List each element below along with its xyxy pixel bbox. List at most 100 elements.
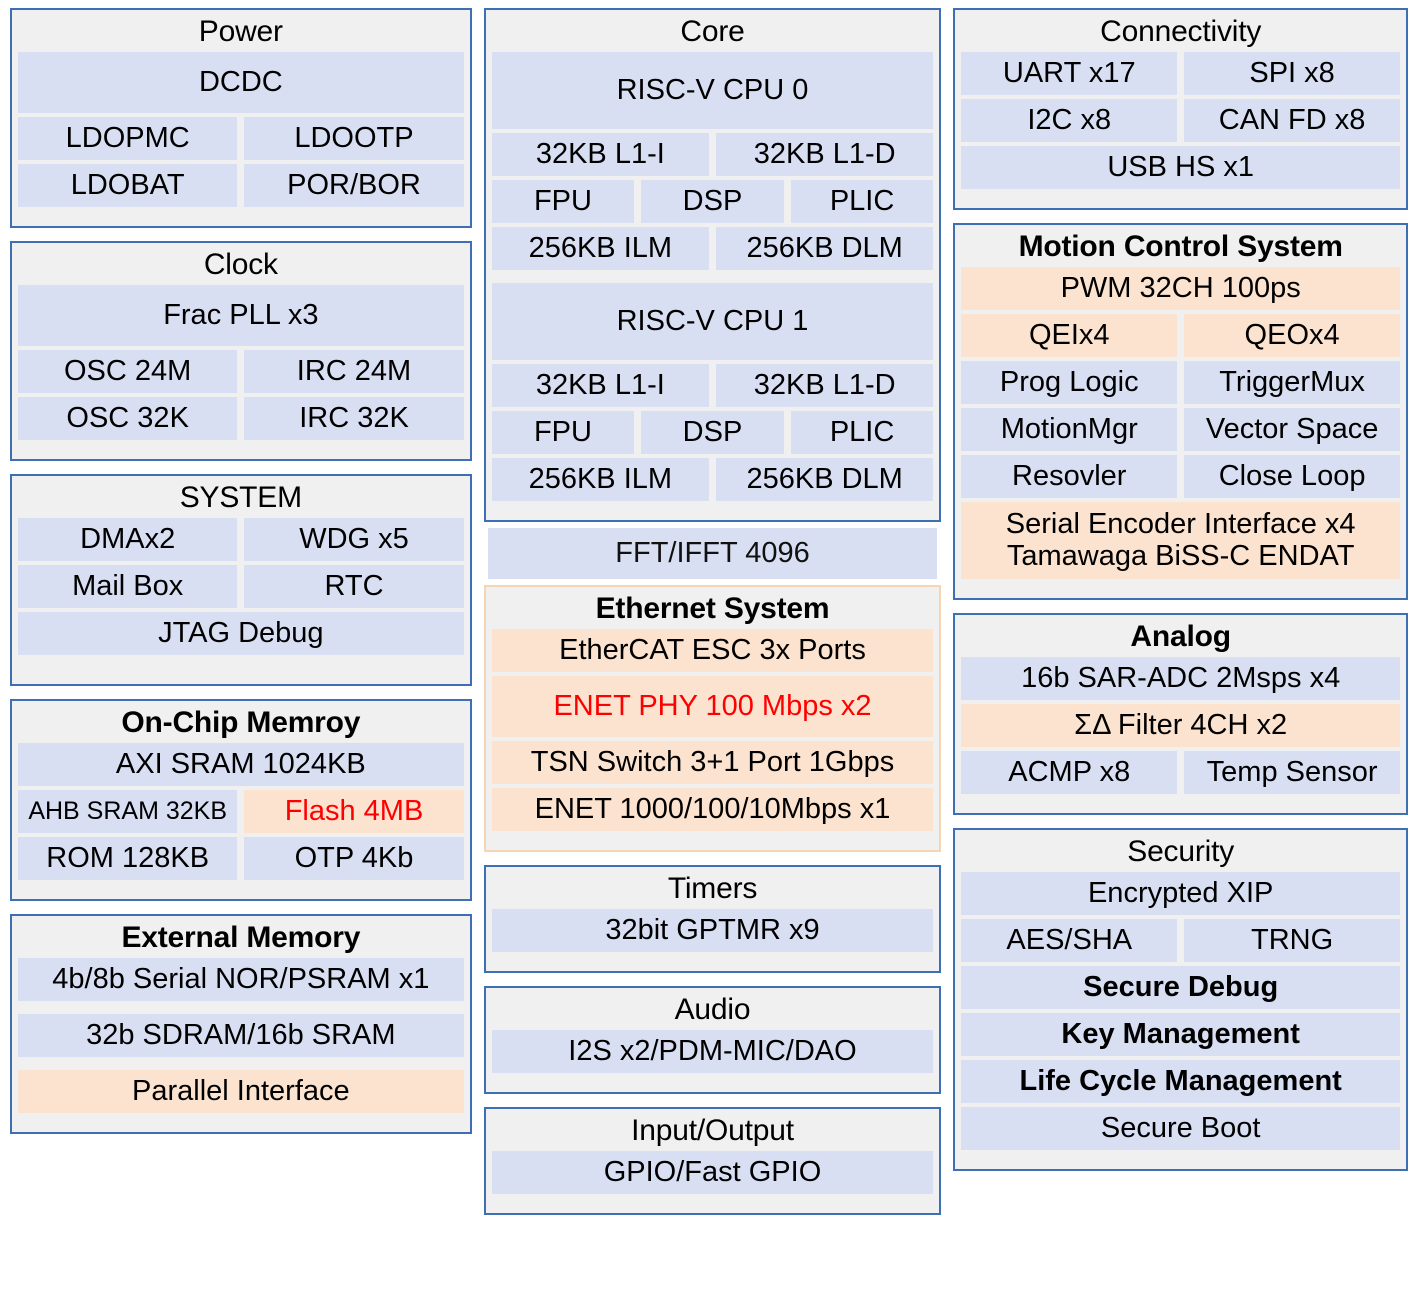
cell-sar-adc[interactable]: 16b SAR-ADC 2Msps x4: [961, 656, 1400, 700]
group-clock: Clock Frac PLL x3 OSC 24M IRC 24M OSC 32…: [10, 241, 472, 461]
cell-serial-nor-psram[interactable]: 4b/8b Serial NOR/PSRAM x1: [18, 958, 464, 1001]
cell-cpu1-fpu[interactable]: FPU: [491, 411, 635, 454]
cell-uart[interactable]: UART x17: [961, 52, 1178, 95]
cell-riscv-cpu1[interactable]: RISC-V CPU 1: [491, 283, 934, 360]
cell-pwm[interactable]: PWM 32CH 100ps: [961, 267, 1400, 310]
cell-flash[interactable]: Flash 4MB: [244, 790, 464, 833]
cell-fft-ifft[interactable]: FFT/IFFT 4096: [487, 528, 938, 579]
cell-acmp[interactable]: ACMP x8: [961, 750, 1178, 794]
cell-usb-hs[interactable]: USB HS x1: [961, 146, 1400, 189]
group-title-external-memory: External Memory: [121, 921, 361, 954]
cell-parallel-interface[interactable]: Parallel Interface: [18, 1070, 464, 1113]
group-connectivity: Connectivity UART x17 SPI x8 I2C x8 CAN …: [953, 8, 1408, 210]
group-power: Power DCDC LDOPMC LDOOTP LDOBAT POR/BOR: [10, 8, 472, 228]
cell-dma[interactable]: DMAx2: [18, 518, 238, 561]
group-title-input-output: Input/Output: [631, 1114, 794, 1147]
middle-column: Core RISC-V CPU 0 32KB L1-I 32KB L1-D FP…: [483, 8, 942, 1283]
group-title-security: Security: [1127, 834, 1235, 868]
cell-ahb-sram[interactable]: AHB SRAM 32KB: [18, 790, 238, 833]
cell-ldootp[interactable]: LDOOTP: [244, 117, 464, 160]
cell-cpu1-l1d[interactable]: 32KB L1-D: [716, 364, 934, 407]
group-title-ethernet-system: Ethernet System: [595, 592, 830, 625]
cell-gptmr[interactable]: 32bit GPTMR x9: [491, 909, 934, 952]
group-analog: Analog 16b SAR-ADC 2Msps x4 ΣΔ Filter 4C…: [953, 612, 1408, 815]
group-timers: Timers 32bit GPTMR x9: [483, 865, 942, 973]
cell-qeo[interactable]: QEOx4: [1184, 314, 1401, 357]
cell-porbor[interactable]: POR/BOR: [244, 164, 464, 207]
group-title-motion-control-system: Motion Control System: [1018, 230, 1343, 263]
cell-cpu1-dlm[interactable]: 256KB DLM: [716, 458, 934, 501]
cell-cpu0-l1i[interactable]: 32KB L1-I: [491, 133, 709, 176]
cell-aes-sha[interactable]: AES/SHA: [961, 918, 1178, 962]
cell-riscv-cpu0[interactable]: RISC-V CPU 0: [491, 52, 934, 129]
cell-osc-24m[interactable]: OSC 24M: [18, 350, 238, 393]
cell-cpu1-l1i[interactable]: 32KB L1-I: [491, 364, 709, 407]
cell-sd-filter[interactable]: ΣΔ Filter 4CH x2: [961, 703, 1400, 747]
cell-ldobat[interactable]: LDOBAT: [18, 164, 238, 207]
cell-cpu0-l1d[interactable]: 32KB L1-D: [716, 133, 934, 176]
cell-key-management[interactable]: Key Management: [961, 1012, 1400, 1056]
cell-close-loop[interactable]: Close Loop: [1184, 455, 1401, 498]
cell-spi[interactable]: SPI x8: [1184, 52, 1401, 95]
cell-cpu0-plic[interactable]: PLIC: [790, 180, 934, 223]
soc-block-diagram: Power DCDC LDOPMC LDOOTP LDOBAT POR/BOR …: [0, 0, 1416, 1291]
cell-cpu1-plic[interactable]: PLIC: [790, 411, 934, 454]
cell-axi-sram[interactable]: AXI SRAM 1024KB: [18, 743, 464, 786]
group-system: SYSTEM DMAx2 WDG x5 Mail Box RTC JTAG De…: [10, 474, 472, 686]
cell-qei[interactable]: QEIx4: [961, 314, 1178, 357]
group-title-audio: Audio: [674, 993, 751, 1026]
cell-cpu0-ilm[interactable]: 256KB ILM: [491, 227, 709, 270]
cell-cpu0-fpu[interactable]: FPU: [491, 180, 635, 223]
cell-i2c[interactable]: I2C x8: [961, 99, 1178, 142]
cell-i2s-pdm-dao[interactable]: I2S x2/PDM-MIC/DAO: [491, 1030, 934, 1073]
group-title-analog: Analog: [1130, 619, 1231, 653]
cell-frac-pll[interactable]: Frac PLL x3: [18, 285, 464, 346]
group-title-system: SYSTEM: [179, 481, 302, 514]
cell-gpio[interactable]: GPIO/Fast GPIO: [491, 1151, 934, 1194]
group-onchip-memory: On-Chip Memroy AXI SRAM 1024KB AHB SRAM …: [10, 699, 472, 901]
cell-mailbox[interactable]: Mail Box: [18, 565, 238, 608]
cell-serial-encoder-interface[interactable]: Serial Encoder Interface x4 Tamawaga BiS…: [961, 502, 1400, 579]
cell-otp[interactable]: OTP 4Kb: [244, 837, 464, 880]
cell-tsn-switch[interactable]: TSN Switch 3+1 Port 1Gbps: [491, 741, 934, 784]
group-title-onchip-memory: On-Chip Memroy: [121, 706, 361, 739]
cell-canfd[interactable]: CAN FD x8: [1184, 99, 1401, 142]
cell-secure-debug[interactable]: Secure Debug: [961, 965, 1400, 1009]
group-core: Core RISC-V CPU 0 32KB L1-I 32KB L1-D FP…: [483, 8, 942, 522]
cell-ldopmc[interactable]: LDOPMC: [18, 117, 238, 160]
group-title-power: Power: [198, 15, 283, 48]
cell-cpu1-dsp[interactable]: DSP: [641, 411, 784, 454]
cell-trigger-mux[interactable]: TriggerMux: [1184, 361, 1401, 404]
cell-cpu0-dlm[interactable]: 256KB DLM: [716, 227, 934, 270]
cell-jtag-debug[interactable]: JTAG Debug: [18, 612, 464, 655]
serial-encoder-line-1: Serial Encoder Interface x4: [1005, 508, 1356, 540]
cell-temp-sensor[interactable]: Temp Sensor: [1184, 750, 1401, 794]
cell-encrypted-xip[interactable]: Encrypted XIP: [961, 871, 1400, 915]
cell-motion-mgr[interactable]: MotionMgr: [961, 408, 1178, 451]
cell-irc-24m[interactable]: IRC 24M: [244, 350, 464, 393]
cell-vector-space[interactable]: Vector Space: [1184, 408, 1401, 451]
cell-rtc[interactable]: RTC: [244, 565, 464, 608]
cell-sdram-sram[interactable]: 32b SDRAM/16b SRAM: [18, 1014, 464, 1057]
cell-rom[interactable]: ROM 128KB: [18, 837, 238, 880]
serial-encoder-line-2: Tamawaga BiSS-C ENDAT: [1006, 540, 1355, 573]
group-audio: Audio I2S x2/PDM-MIC/DAO: [483, 986, 942, 1094]
cell-life-cycle-management[interactable]: Life Cycle Management: [961, 1059, 1400, 1103]
cell-prog-logic[interactable]: Prog Logic: [961, 361, 1178, 404]
cell-ethercat-esc[interactable]: EtherCAT ESC 3x Ports: [491, 629, 934, 672]
cell-wdg[interactable]: WDG x5: [244, 518, 464, 561]
cell-dcdc[interactable]: DCDC: [18, 52, 464, 113]
group-title-connectivity: Connectivity: [1100, 15, 1262, 48]
cell-trng[interactable]: TRNG: [1184, 918, 1401, 962]
cell-irc-32k[interactable]: IRC 32K: [244, 397, 464, 440]
cell-enet[interactable]: ENET 1000/100/10Mbps x1: [491, 788, 934, 831]
cell-resolver[interactable]: Resovler: [961, 455, 1178, 498]
cell-cpu1-ilm[interactable]: 256KB ILM: [491, 458, 709, 501]
group-external-memory: External Memory 4b/8b Serial NOR/PSRAM x…: [10, 914, 472, 1134]
group-motion-control-system: Motion Control System PWM 32CH 100ps QEI…: [953, 223, 1408, 600]
cell-secure-boot[interactable]: Secure Boot: [961, 1106, 1400, 1150]
cell-enet-phy[interactable]: ENET PHY 100 Mbps x2: [491, 676, 934, 737]
cell-osc-32k[interactable]: OSC 32K: [18, 397, 238, 440]
cell-cpu0-dsp[interactable]: DSP: [641, 180, 784, 223]
group-input-output: Input/Output GPIO/Fast GPIO: [483, 1107, 942, 1215]
